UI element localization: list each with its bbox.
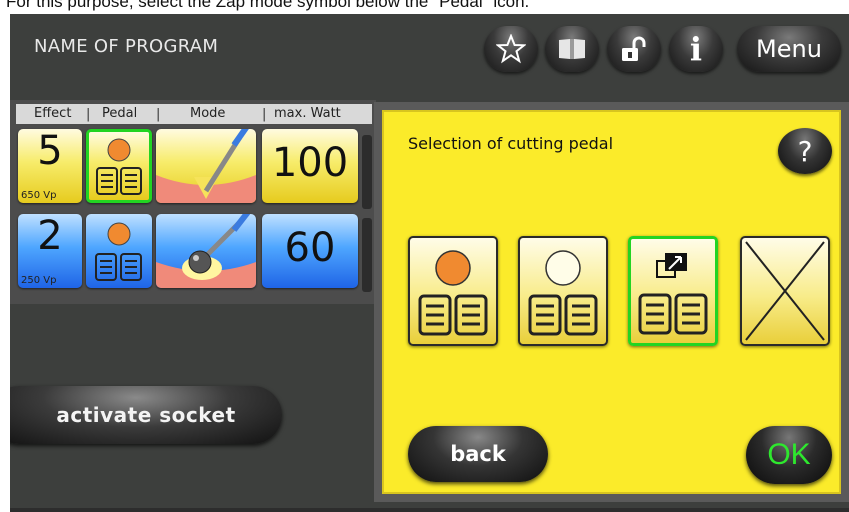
coag-ball-icon [156,214,256,288]
option-no-pedal[interactable] [740,236,830,346]
device-screen: NAME OF PROGRAM i Menu Effect | Pedal | … [10,14,849,512]
menu-button[interactable]: Menu [737,26,841,72]
back-button[interactable]: back [408,426,548,482]
book-icon [559,39,585,59]
ok-label: OK [767,438,811,471]
header-pedal: Pedal [102,106,138,121]
star-icon [496,34,526,64]
option-zap-mode[interactable] [628,236,718,346]
voltage-value: 250 Vp [21,275,57,286]
socket-settings-table: Effect | Pedal | Mode | max. Watt 5 650 … [10,100,376,304]
pedal-tile[interactable] [86,214,152,288]
manual-button[interactable] [545,26,599,72]
help-button[interactable]: ? [778,128,832,174]
watt-value: 60 [284,225,336,271]
option-orange-pedal[interactable] [408,236,498,346]
dialog-title: Selection of cutting pedal [408,134,614,153]
info-icon: i [689,30,703,68]
lock-button[interactable] [607,26,661,72]
zap-mode-icon [638,253,708,335]
dialog-body: Selection of cutting pedal ? back OK [382,110,841,494]
effect-value: 2 [37,214,63,259]
ok-button[interactable]: OK [746,426,832,484]
mode-tile[interactable] [156,129,256,203]
screen-bottom-edge [10,508,849,512]
table-header: Effect | Pedal | Mode | max. Watt [16,104,372,124]
pedal-icon [95,222,142,281]
menu-label: Menu [756,35,822,63]
header-effect: Effect [34,106,72,121]
header-separator: | [262,107,267,122]
header-mode: Mode [190,106,226,121]
pedal-tile[interactable] [86,129,152,203]
pedal-icon [96,138,142,195]
header-separator: | [156,107,161,122]
voltage-value: 650 Vp [21,190,57,201]
watt-tile[interactable]: 100 [262,129,358,203]
row-scroll-indicator [362,218,372,292]
watt-value: 100 [271,140,349,186]
white-pedal-icon [528,250,598,336]
activate-socket-label: activate socket [56,403,236,427]
watt-tile[interactable]: 60 [262,214,358,288]
mode-tile[interactable] [156,214,256,288]
caption-text: For this purpose, select the Zap mode sy… [6,0,530,11]
cut-blade-icon [156,129,256,203]
info-button[interactable]: i [669,26,723,72]
favorites-button[interactable] [484,26,538,72]
back-label: back [450,442,506,466]
row-scroll-indicator [362,135,372,209]
activate-socket-button[interactable]: activate socket [10,386,282,444]
effect-tile[interactable]: 5 650 Vp [18,129,82,203]
orange-pedal-icon [418,250,488,336]
effect-tile[interactable]: 2 250 Vp [18,214,82,288]
effect-value: 5 [37,129,63,174]
option-white-pedal[interactable] [518,236,608,346]
cross-icon [745,241,825,341]
header-max-watt: max. Watt [274,106,341,121]
help-icon: ? [797,134,813,168]
instruction-caption: For this purpose, select the Zap mode sy… [0,0,849,14]
header-separator: | [86,107,91,122]
program-name: NAME OF PROGRAM [34,36,219,57]
pedal-selection-dialog: Selection of cutting pedal ? back OK [374,102,849,502]
unlock-icon [622,36,646,61]
